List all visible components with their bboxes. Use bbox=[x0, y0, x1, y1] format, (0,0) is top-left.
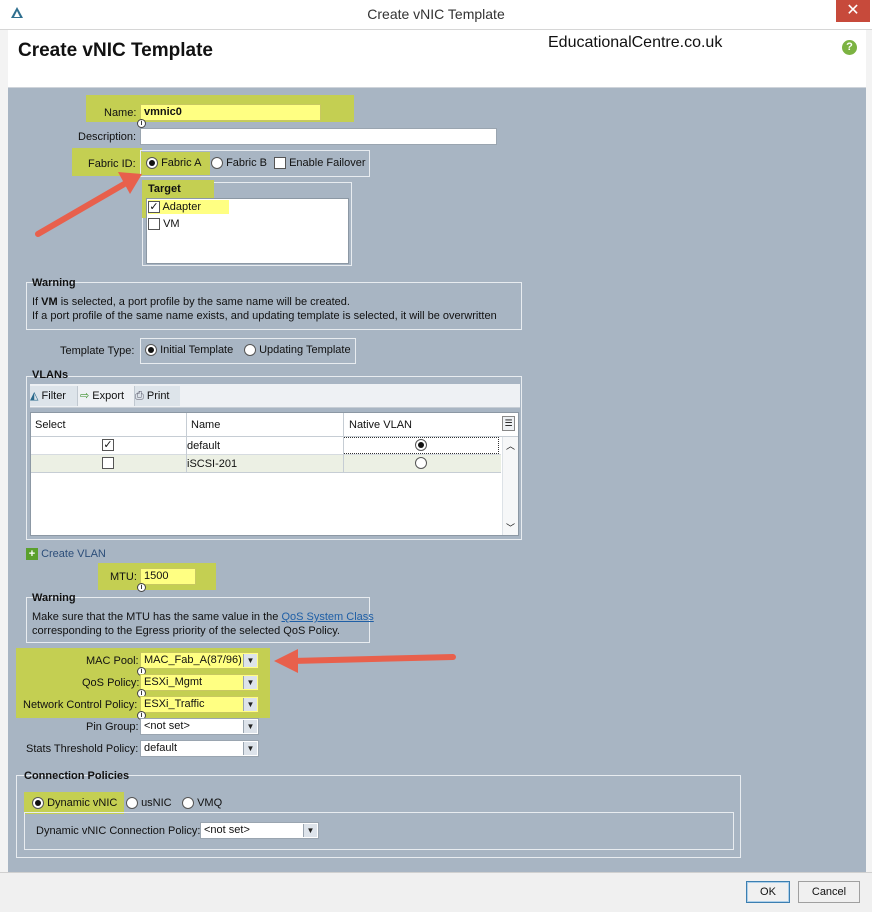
annotation-arrows bbox=[35, 172, 456, 673]
arrow-to-fabric-icon bbox=[35, 172, 142, 237]
ok-button[interactable]: OK bbox=[746, 881, 790, 903]
dialog-header: Create vNIC Template EducationalCentre.c… bbox=[8, 30, 866, 88]
help-icon[interactable]: ? bbox=[842, 40, 857, 55]
window-titlebar: Create vNIC Template ✕ bbox=[0, 0, 872, 30]
cancel-button[interactable]: Cancel bbox=[798, 881, 860, 903]
dialog-footer: OK Cancel bbox=[0, 872, 872, 912]
page-title: Create vNIC Template bbox=[18, 40, 213, 61]
window-close-button[interactable]: ✕ bbox=[836, 0, 870, 22]
arrow-to-mac-pool-icon bbox=[274, 649, 456, 673]
window-title: Create vNIC Template bbox=[367, 6, 505, 22]
form-panel: Name: vmnic0 i Description: Fabric ID: F… bbox=[8, 88, 866, 872]
watermark-text: EducationalCentre.co.uk bbox=[548, 34, 723, 51]
